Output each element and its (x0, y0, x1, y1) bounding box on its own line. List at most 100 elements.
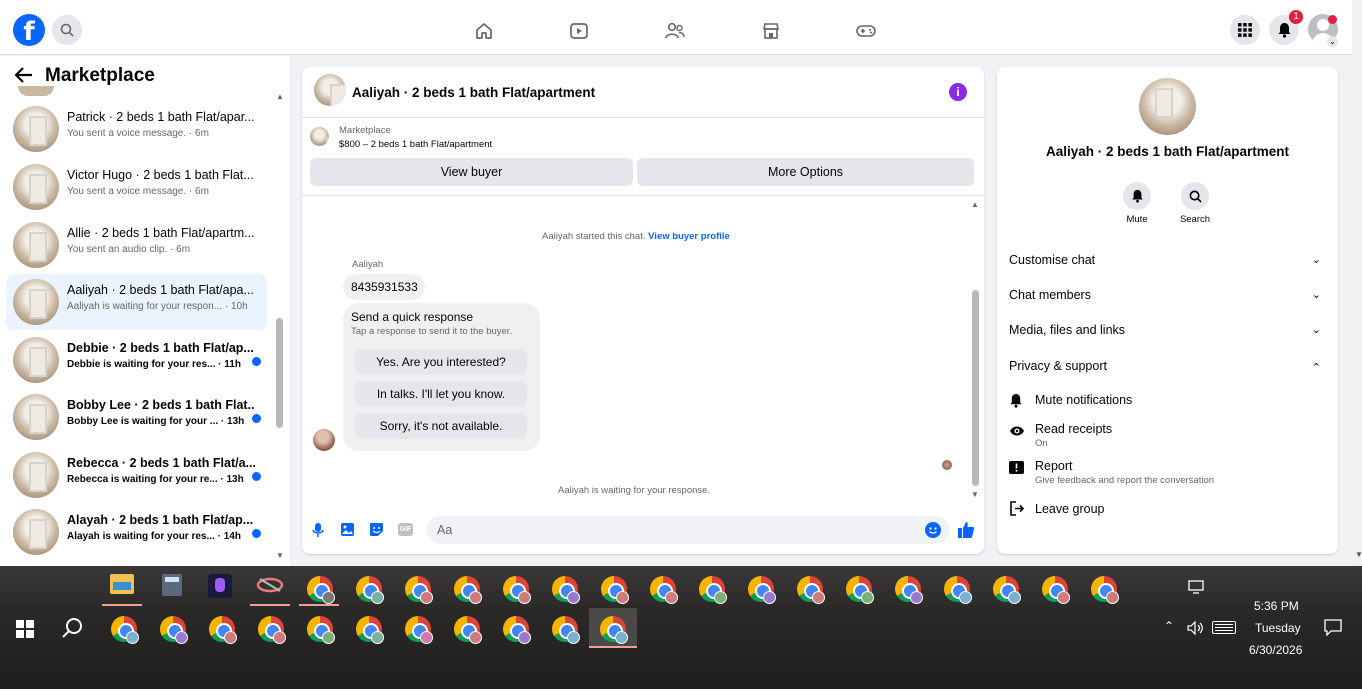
view-buyer-button[interactable]: View buyer (310, 158, 633, 186)
chat-started-notice: Aaliyah started this chat. View buyer pr… (542, 231, 730, 242)
chrome-profile-icon[interactable] (405, 616, 433, 644)
mute-bell-icon[interactable] (1123, 182, 1151, 210)
chrome-profile-icon[interactable] (552, 576, 580, 604)
chrome-profile-icon[interactable] (503, 576, 531, 604)
search-icon[interactable] (1181, 182, 1209, 210)
chrome-profile-icon[interactable] (454, 616, 482, 644)
quick-reply-in-talks[interactable]: In talks. I'll let you know. (355, 381, 527, 407)
chrome-profile-icon[interactable] (601, 576, 629, 604)
read-receipts-item[interactable]: Read receipts On (1009, 422, 1325, 450)
chrome-profile-icon[interactable] (699, 576, 727, 604)
conversation-item-rebecca[interactable]: Rebecca · 2 beds 1 bath Flat/a... Rebecc… (6, 447, 267, 503)
quick-reply-not-available[interactable]: Sorry, it's not available. (355, 413, 527, 439)
chrome-profile-icon[interactable] (846, 576, 874, 604)
clock-time[interactable]: 5:36 PM (1254, 599, 1299, 613)
conversation-title: Bobby Lee · 2 beds 1 bath Flat... (67, 398, 255, 412)
media-files-links-row[interactable]: Media, files and links ⌄ (1009, 323, 1325, 337)
app-icon-purple[interactable] (208, 574, 232, 598)
search-icon[interactable] (62, 617, 84, 639)
chat-scrollbar[interactable]: ▲ ▼ (970, 200, 980, 500)
network-icon[interactable] (1187, 580, 1205, 594)
marketplace-icon[interactable] (760, 20, 782, 42)
keyboard-icon[interactable] (1212, 621, 1236, 634)
clock-date[interactable]: 6/30/2026 (1249, 643, 1302, 657)
friends-icon[interactable] (664, 20, 686, 42)
chrome-profile-icon[interactable] (552, 616, 580, 644)
chrome-profile-icon[interactable] (748, 576, 776, 604)
chat-header-avatar[interactable] (314, 74, 346, 106)
privacy-support-row[interactable]: Privacy & support ⌃ (1009, 359, 1325, 374)
chrome-profile-icon[interactable] (1042, 576, 1070, 604)
conversation-item-debbie[interactable]: Debbie · 2 beds 1 bath Flat/ap... Debbie… (6, 332, 267, 388)
chat-members-row[interactable]: Chat members ⌄ (1009, 288, 1325, 302)
snipping-tool-icon[interactable] (256, 576, 284, 594)
chrome-profile-icon[interactable] (307, 576, 335, 604)
sticker-icon[interactable] (369, 522, 384, 537)
chrome-profile-icon[interactable] (209, 616, 237, 644)
conversation-item-allie[interactable]: Allie · 2 beds 1 bath Flat/apartm... You… (6, 217, 267, 273)
mute-notifications-item[interactable]: Mute notifications (1009, 393, 1325, 411)
emoji-icon[interactable] (925, 522, 941, 538)
quick-response-title: Send a quick response (351, 310, 474, 324)
chrome-profile-icon[interactable] (797, 576, 825, 604)
back-arrow-icon[interactable] (14, 67, 33, 88)
page-scrollbar[interactable]: ▼ (1352, 0, 1362, 566)
photo-icon[interactable] (340, 522, 355, 537)
chrome-profile-icon[interactable] (307, 616, 335, 644)
chevron-down-icon: ⌄ (1311, 254, 1321, 266)
home-icon[interactable] (473, 20, 495, 42)
chrome-profile-icon[interactable] (454, 576, 482, 604)
conversation-preview: Bobby Lee is waiting for your ... · 13h (67, 416, 245, 427)
chrome-profile-icon[interactable] (993, 576, 1021, 604)
sidebar-scrollbar[interactable]: ▲ ▼ (275, 92, 285, 564)
avatar (13, 337, 59, 383)
video-icon[interactable] (568, 20, 590, 42)
volume-icon[interactable] (1187, 620, 1205, 636)
gaming-icon[interactable] (855, 20, 877, 42)
chrome-profile-icon[interactable] (356, 576, 384, 604)
microphone-icon[interactable] (311, 522, 325, 538)
message-bubble[interactable]: 8435931533 (343, 274, 425, 300)
chrome-profile-icon[interactable] (944, 576, 972, 604)
tray-chevron-up-icon[interactable]: ⌃ (1164, 619, 1174, 633)
clock-day[interactable]: Tuesday (1255, 621, 1301, 635)
chrome-profile-icon[interactable] (111, 616, 139, 644)
conversation-item-alayah[interactable]: Alayah · 2 beds 1 bath Flat/ap... Alayah… (6, 504, 267, 560)
chevron-down-icon[interactable]: ⌄ (1327, 36, 1338, 47)
chrome-profile-icon[interactable] (895, 576, 923, 604)
thumbs-up-icon[interactable] (957, 521, 975, 539)
chrome-profile-icon[interactable] (405, 576, 433, 604)
buyer-avatar[interactable] (313, 429, 335, 451)
notification-center-icon[interactable] (1324, 619, 1342, 637)
listing-source: Marketplace (339, 125, 391, 136)
chat-header-title[interactable]: Aaliyah · 2 beds 1 bath Flat/apartment (352, 85, 595, 100)
active-taskbar-item[interactable] (589, 608, 637, 646)
customise-chat-row[interactable]: Customise chat ⌄ (1009, 253, 1325, 267)
conversation-item-patrick[interactable]: Patrick · 2 beds 1 bath Flat/apar... You… (6, 101, 267, 157)
windows-start-icon[interactable] (16, 620, 34, 638)
message-composer-input[interactable]: Aa (427, 516, 949, 544)
search-icon[interactable] (52, 15, 82, 45)
calculator-icon[interactable] (162, 574, 182, 596)
conversation-item-aaliyah[interactable]: Aaliyah · 2 beds 1 bath Flat/apa... Aali… (6, 274, 267, 330)
file-explorer-icon[interactable] (110, 574, 134, 594)
leave-group-item[interactable]: Leave group (1009, 501, 1325, 520)
chrome-profile-icon[interactable] (356, 616, 384, 644)
facebook-logo-icon[interactable]: f (13, 14, 45, 47)
conversation-item-bobby-lee[interactable]: Bobby Lee · 2 beds 1 bath Flat... Bobby … (6, 389, 267, 445)
report-item[interactable]: Report Give feedback and report the conv… (1009, 459, 1325, 487)
more-options-button[interactable]: More Options (637, 158, 974, 186)
gif-icon[interactable]: GIF (398, 523, 413, 536)
chrome-profile-icon[interactable] (160, 616, 188, 644)
quick-reply-interested[interactable]: Yes. Are you interested? (355, 349, 527, 375)
info-icon[interactable]: i (949, 83, 967, 101)
conversation-item-victor-hugo[interactable]: Victor Hugo · 2 beds 1 bath Flat... You … (6, 159, 267, 215)
view-buyer-profile-link[interactable]: View buyer profile (648, 231, 730, 242)
contact-avatar[interactable] (1139, 78, 1196, 135)
menu-grid-icon[interactable] (1230, 15, 1260, 45)
chrome-profile-icon[interactable] (650, 576, 678, 604)
chrome-profile-icon[interactable] (503, 616, 531, 644)
chrome-profile-icon[interactable] (258, 616, 286, 644)
partial-avatar (18, 86, 54, 96)
chrome-profile-icon[interactable] (1091, 576, 1119, 604)
